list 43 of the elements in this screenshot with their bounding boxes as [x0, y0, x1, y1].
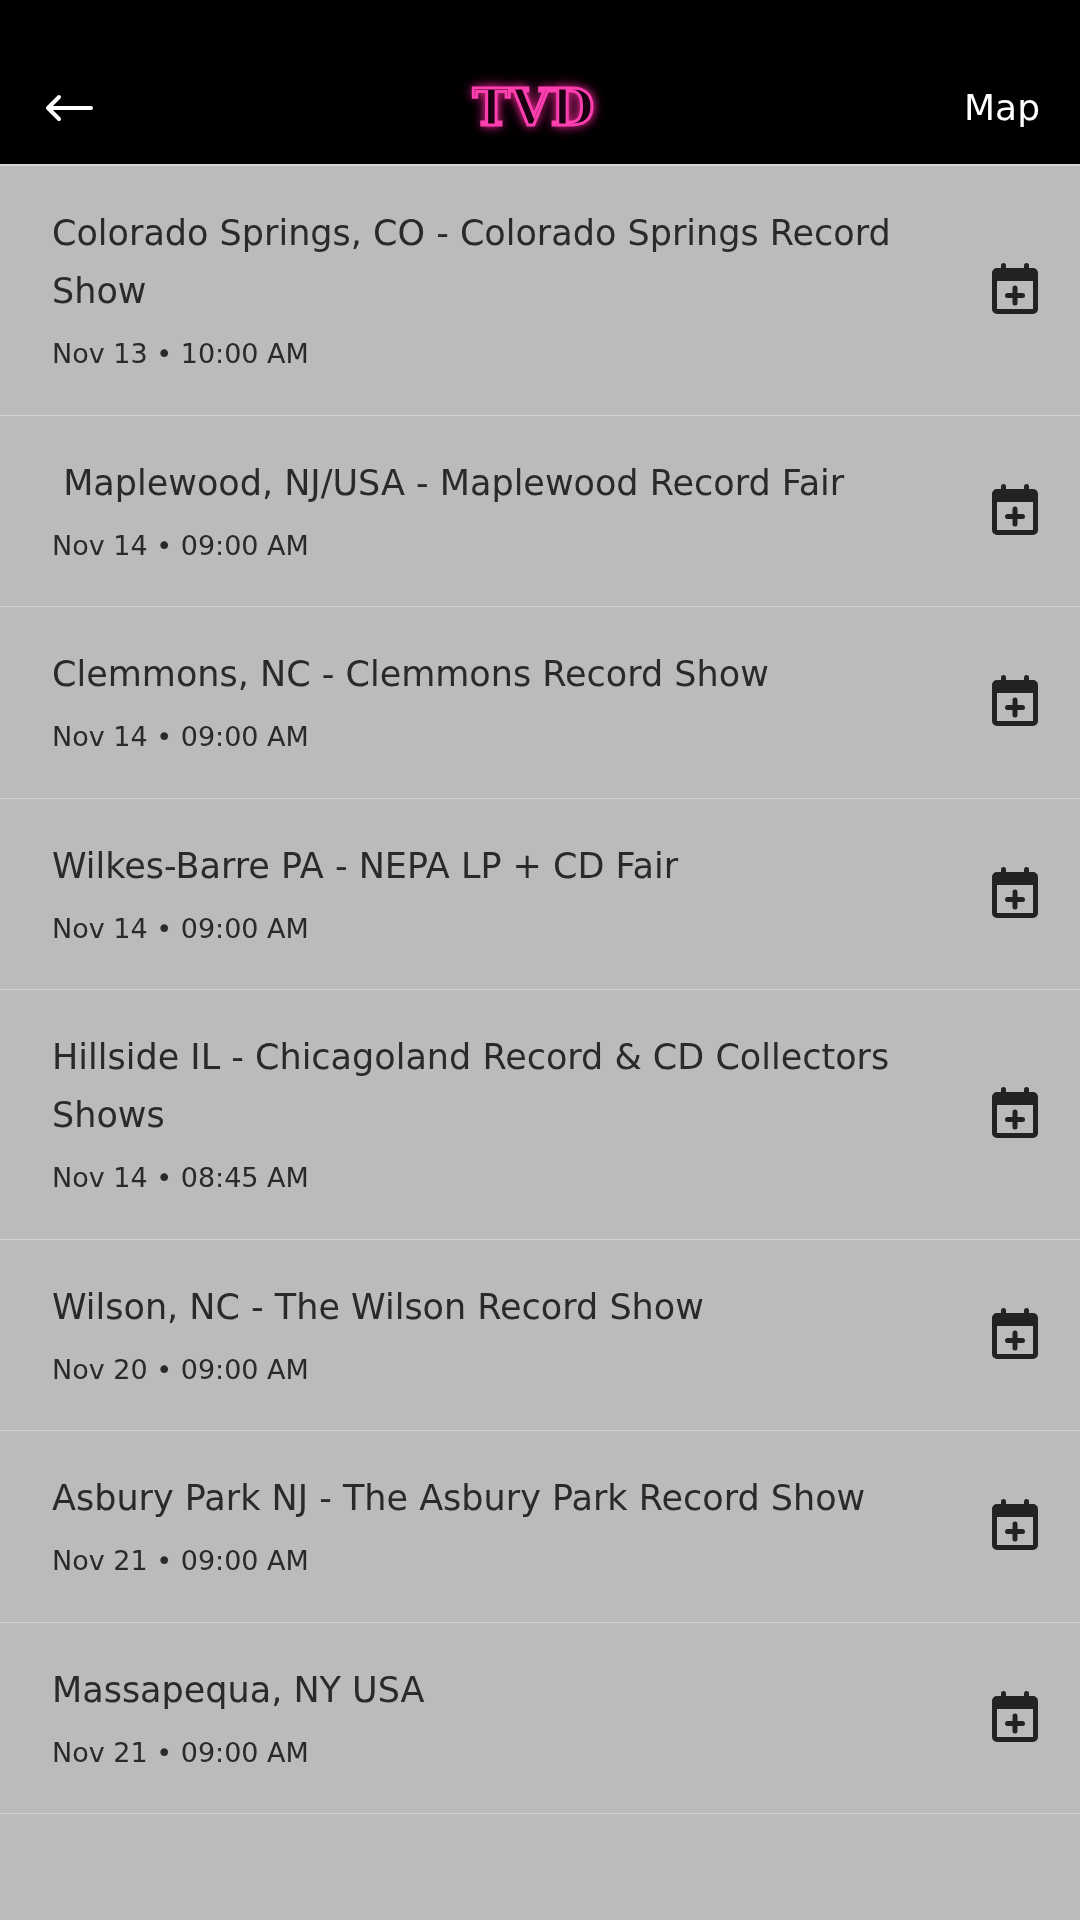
add-to-calendar-button[interactable] [990, 1306, 1040, 1361]
add-to-calendar-button[interactable] [990, 1498, 1040, 1553]
event-date-time: Nov 13 • 10:00 AM [52, 337, 310, 371]
calendar-plus-icon [990, 1498, 1040, 1553]
add-to-calendar-button[interactable] [990, 865, 1040, 920]
event-title: Asbury Park NJ - The Asbury Park Record Show [52, 1477, 867, 1520]
event-row[interactable]: Massapequa, NY USA Nov 21 • 09:00 AM [0, 1622, 1080, 1814]
event-row[interactable]: Wilkes-Barre PA - NEPA LP + CD Fair Nov 14 • 09:00 AM [0, 798, 1080, 990]
calendar-plus-icon [990, 262, 1040, 317]
calendar-plus-icon [990, 674, 1040, 729]
calendar-plus-icon [990, 1689, 1040, 1744]
event-title: Massapequa, NY USA [52, 1668, 426, 1712]
add-to-calendar-button[interactable] [990, 1689, 1040, 1744]
event-row[interactable]: Wilson, NC - The Wilson Record Show Nov 20 • 09:00 AM [0, 1239, 1080, 1431]
event-title: Maplewood, NJ/USA - Maplewood Record Fair [62, 461, 846, 505]
event-title: Colorado Springs, CO - Colorado Springs Record Show [52, 212, 892, 313]
event-row[interactable]: Asbury Park NJ - The Asbury Park Record Show Nov 21 • 09:00 AM [0, 1431, 1080, 1623]
add-to-calendar-button[interactable] [990, 482, 1040, 537]
event-row[interactable]: Colorado Springs, CO - Colorado Springs Record Show Nov 13 • 10:00 AM [0, 166, 1080, 416]
event-title: Clemmons, NC - Clemmons Record Show [52, 653, 770, 696]
calendar-plus-icon [990, 482, 1040, 537]
event-date-time: Nov 14 • 09:00 AM [52, 720, 310, 754]
event-row[interactable]: Hillside IL - Chicagoland Record & CD Collectors Shows Nov 14 • 08:45 AM [0, 990, 1080, 1240]
event-date-time: Nov 21 • 09:00 AM [52, 1735, 310, 1770]
event-row[interactable]: Maplewood, NJ/USA - Maplewood Record Fair Nov 14 • 09:00 AM [0, 415, 1080, 607]
map-link[interactable]: Map [964, 81, 1040, 135]
calendar-plus-icon [990, 1086, 1040, 1141]
event-date-time: Nov 14 • 09:00 AM [52, 528, 310, 563]
event-title: Hillside IL - Chicagoland Record & CD Collectors Shows [52, 1036, 891, 1137]
calendar-plus-icon [990, 1306, 1040, 1361]
event-title: Wilkes-Barre PA - NEPA LP + CD Fair [52, 844, 680, 888]
event-date-time: Nov 14 • 08:45 AM [52, 1161, 310, 1195]
event-date-time: Nov 20 • 09:00 AM [52, 1352, 310, 1387]
logo: TVD [472, 83, 596, 133]
back-icon [44, 94, 94, 122]
event-title: Wilson, NC - The Wilson Record Show [52, 1285, 705, 1329]
add-to-calendar-button[interactable] [990, 1086, 1040, 1141]
add-to-calendar-button[interactable] [990, 262, 1040, 317]
calendar-plus-icon [990, 865, 1040, 920]
event-date-time: Nov 14 • 09:00 AM [52, 911, 310, 946]
event-row[interactable]: Clemmons, NC - Clemmons Record Show Nov 14 • 09:00 AM [0, 607, 1080, 799]
add-to-calendar-button[interactable] [990, 674, 1040, 729]
event-date-time: Nov 21 • 09:00 AM [52, 1544, 310, 1578]
